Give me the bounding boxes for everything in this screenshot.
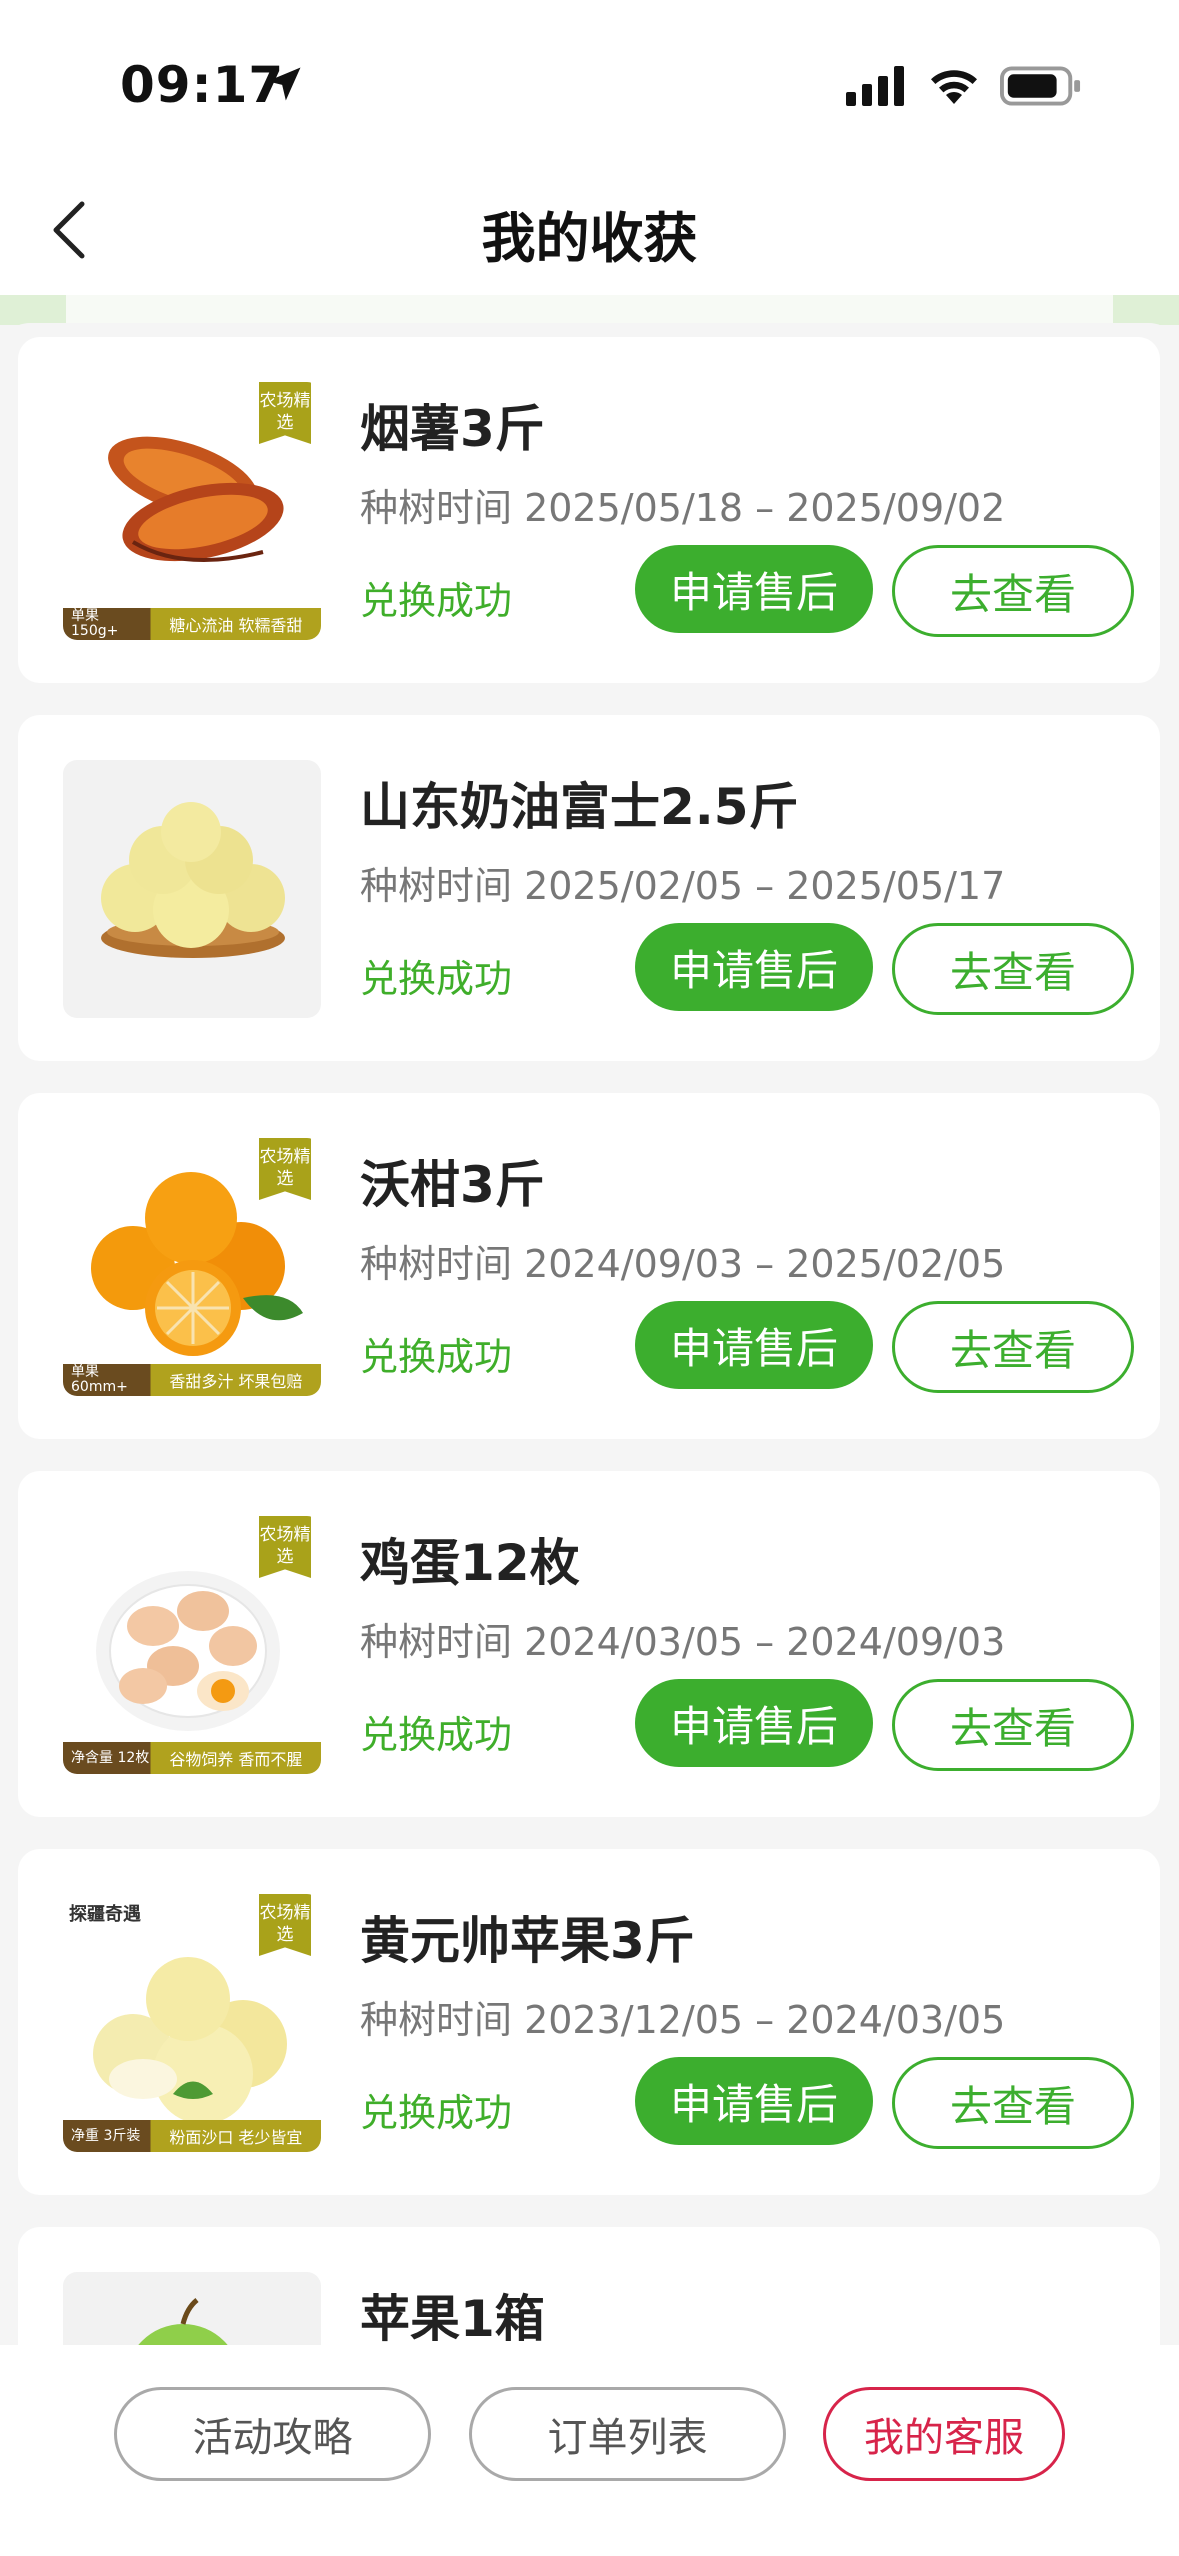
order-list-button[interactable]: 订单列表 bbox=[469, 2387, 786, 2481]
customer-service-button[interactable]: 我的客服 bbox=[823, 2387, 1065, 2481]
harvest-card: 苹果1箱 bbox=[18, 2227, 1160, 2345]
banner-spec: 单果 60mm+ bbox=[71, 1364, 128, 1395]
product-name: 苹果1箱 bbox=[360, 2290, 545, 2345]
fuji-apple-image bbox=[101, 802, 285, 958]
view-button[interactable]: 去查看 bbox=[892, 2057, 1134, 2149]
after-sales-button[interactable]: 申请售后 bbox=[635, 923, 873, 1011]
view-button[interactable]: 去查看 bbox=[892, 1679, 1134, 1771]
product-name: 山东奶油富士2.5斤 bbox=[360, 778, 799, 836]
harvest-card: 探疆奇遇 农场精选 净重 3斤装 粉面沙口 老少皆宜 黄元帅苹果3斤 种树时间 … bbox=[18, 1849, 1160, 2195]
exchange-status: 兑换成功 bbox=[360, 1335, 513, 1379]
farm-select-tag: 农场精选 bbox=[259, 1138, 311, 1200]
decor-band bbox=[1113, 295, 1179, 325]
banner-spec: 单果 150g+ bbox=[71, 608, 119, 639]
planting-period: 种树时间 2023/12/05 – 2024/03/05 bbox=[360, 1998, 1006, 2042]
green-apple-image bbox=[138, 2298, 228, 2345]
banner-spec: 净含量 12枚 bbox=[71, 1749, 150, 1766]
battery-icon bbox=[1000, 66, 1081, 106]
view-button[interactable]: 去查看 bbox=[892, 1301, 1134, 1393]
location-arrow-icon bbox=[267, 67, 301, 101]
cellular-signal-icon bbox=[846, 66, 904, 106]
banner-slogan: 香甜多汁 坏果包赔 bbox=[169, 1372, 303, 1391]
exchange-status: 兑换成功 bbox=[360, 957, 513, 1001]
product-image[interactable]: 农场精选 单果 60mm+ 香甜多汁 坏果包赔 bbox=[63, 1138, 321, 1396]
farm-select-tag: 农场精选 bbox=[259, 1516, 311, 1578]
bottom-action-bar: 活动攻略 订单列表 我的客服 bbox=[0, 2345, 1179, 2556]
planting-period: 种树时间 2024/03/05 – 2024/09/03 bbox=[360, 1620, 1006, 1664]
planting-period: 种树时间 2024/09/03 – 2025/02/05 bbox=[360, 1242, 1006, 1286]
nav-header: 我的收获 bbox=[0, 160, 1179, 295]
planting-period: 种树时间 2025/02/05 – 2025/05/17 bbox=[360, 864, 1006, 908]
activity-guide-button[interactable]: 活动攻略 bbox=[114, 2387, 431, 2481]
product-name: 黄元帅苹果3斤 bbox=[360, 1912, 695, 1970]
product-image[interactable] bbox=[63, 2272, 321, 2345]
farm-select-tag: 农场精选 bbox=[259, 382, 311, 444]
exchange-status: 兑换成功 bbox=[360, 579, 513, 623]
decor-band bbox=[0, 295, 66, 325]
decor-strip bbox=[66, 295, 1113, 325]
product-banner: 净重 3斤装 粉面沙口 老少皆宜 bbox=[63, 2120, 321, 2152]
view-button[interactable]: 去查看 bbox=[892, 545, 1134, 637]
product-name: 沃柑3斤 bbox=[360, 1156, 545, 1214]
page-title: 我的收获 bbox=[481, 207, 698, 270]
product-banner: 单果 60mm+ 香甜多汁 坏果包赔 bbox=[63, 1364, 321, 1396]
harvest-card: 农场精选 单果 150g+ 糖心流油 软糯香甜 烟薯3斤 种树时间 2025/0… bbox=[18, 337, 1160, 683]
harvest-card: 农场精选 单果 60mm+ 香甜多汁 坏果包赔 沃柑3斤 种树时间 2024/0… bbox=[18, 1093, 1160, 1439]
product-image[interactable]: 农场精选 净含量 12枚 谷物饲养 香而不腥 bbox=[63, 1516, 321, 1774]
product-name: 烟薯3斤 bbox=[360, 400, 545, 458]
planting-period: 种树时间 2025/05/18 – 2025/09/02 bbox=[360, 486, 1006, 530]
banner-spec: 净重 3斤装 bbox=[71, 2127, 141, 2144]
product-banner: 净含量 12枚 谷物饲养 香而不腥 bbox=[63, 1742, 321, 1774]
view-button[interactable]: 去查看 bbox=[892, 923, 1134, 1015]
harvest-list[interactable]: 农场精选 单果 150g+ 糖心流油 软糯香甜 烟薯3斤 种树时间 2025/0… bbox=[0, 295, 1179, 2345]
status-bar: 09:17 bbox=[0, 0, 1179, 160]
farm-select-tag: 农场精选 bbox=[259, 1894, 311, 1956]
brand-logo: 探疆奇遇 bbox=[69, 1904, 141, 1925]
product-image[interactable]: 探疆奇遇 农场精选 净重 3斤装 粉面沙口 老少皆宜 bbox=[63, 1894, 321, 2152]
product-image[interactable] bbox=[63, 760, 321, 1018]
wifi-icon bbox=[931, 70, 977, 104]
product-name: 鸡蛋12枚 bbox=[360, 1534, 580, 1592]
after-sales-button[interactable]: 申请售后 bbox=[635, 1301, 873, 1389]
banner-slogan: 糖心流油 软糯香甜 bbox=[169, 616, 303, 635]
after-sales-button[interactable]: 申请售后 bbox=[635, 1679, 873, 1767]
after-sales-button[interactable]: 申请售后 bbox=[635, 2057, 873, 2145]
list-sheet: 农场精选 单果 150g+ 糖心流油 软糯香甜 烟薯3斤 种树时间 2025/0… bbox=[0, 323, 1179, 2345]
exchange-status: 兑换成功 bbox=[360, 2091, 513, 2135]
banner-slogan: 粉面沙口 老少皆宜 bbox=[169, 2128, 303, 2147]
product-image[interactable]: 农场精选 单果 150g+ 糖心流油 软糯香甜 bbox=[63, 382, 321, 640]
harvest-card: 农场精选 净含量 12枚 谷物饲养 香而不腥 鸡蛋12枚 种树时间 2024/0… bbox=[18, 1471, 1160, 1817]
banner-slogan: 谷物饲养 香而不腥 bbox=[169, 1750, 303, 1769]
product-banner: 单果 150g+ 糖心流油 软糯香甜 bbox=[63, 608, 321, 640]
harvest-card: 山东奶油富士2.5斤 种树时间 2025/02/05 – 2025/05/17 … bbox=[18, 715, 1160, 1061]
after-sales-button[interactable]: 申请售后 bbox=[635, 545, 873, 633]
status-time: 09:17 bbox=[120, 56, 285, 114]
exchange-status: 兑换成功 bbox=[360, 1713, 513, 1757]
